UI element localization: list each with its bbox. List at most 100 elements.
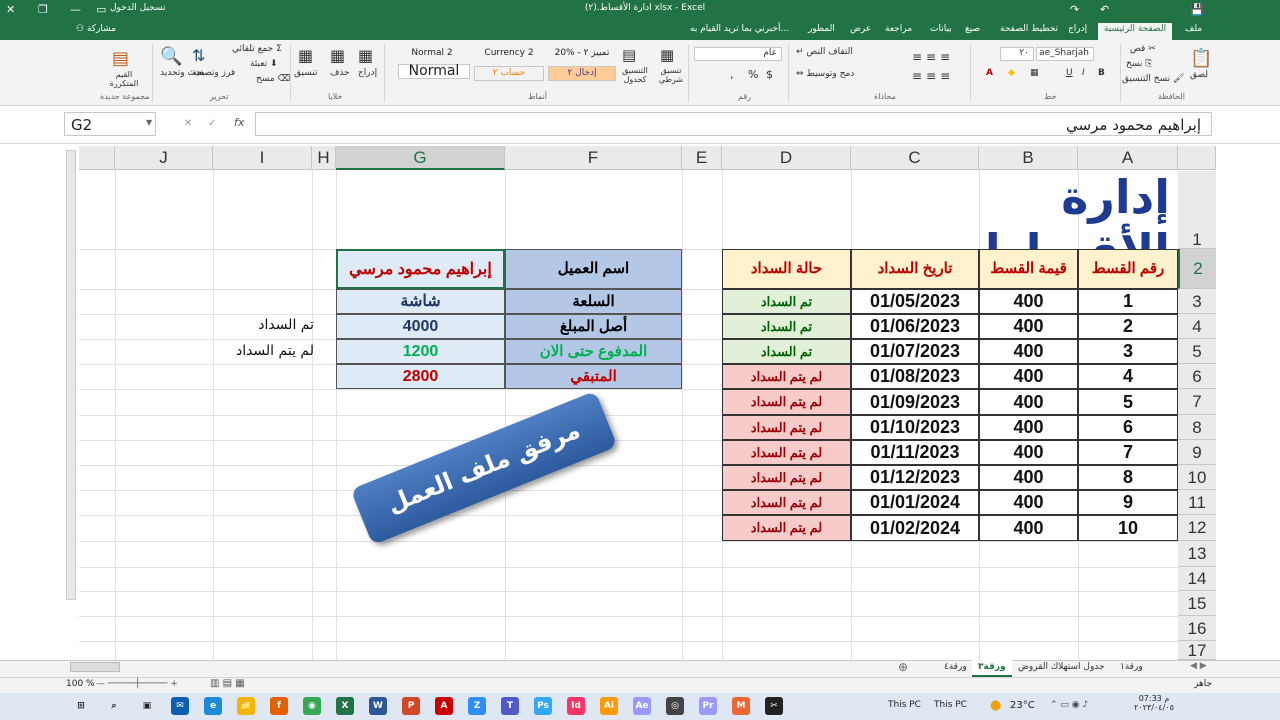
search-icon[interactable]: ⌕: [105, 697, 123, 715]
firefox-icon[interactable]: f: [270, 697, 288, 715]
merge-center-button[interactable]: ⇔ دمج وتوسيط: [796, 69, 854, 79]
style-currency2[interactable]: Currency 2: [474, 47, 544, 62]
clock[interactable]: 07:33 م ٢٠٢٣/٠٤/٠٥: [1124, 694, 1184, 712]
horizontal-scrollbar[interactable]: [70, 662, 120, 672]
tab-home[interactable]: الصفحة الرئيسية: [1098, 23, 1173, 40]
installment-number[interactable]: 1: [1078, 289, 1178, 314]
column-header-b[interactable]: B: [979, 146, 1078, 170]
summary-value[interactable]: 1200: [336, 339, 505, 364]
conditional-format-icon[interactable]: ▦: [660, 46, 674, 64]
column-header-a[interactable]: A: [1078, 146, 1178, 170]
sheet-tab-1[interactable]: ورقة١: [1114, 660, 1149, 677]
installment-number[interactable]: 3: [1078, 339, 1178, 364]
summary-value[interactable]: 4000: [336, 314, 505, 339]
valign-icons[interactable]: ≡≡≡: [912, 50, 954, 64]
formula-input[interactable]: إبراهيم محمود مرسي: [255, 112, 1212, 136]
payment-date[interactable]: 01/10/2023: [851, 415, 979, 440]
excel-icon[interactable]: X: [336, 697, 354, 715]
powerpoint-icon[interactable]: P: [402, 697, 420, 715]
row-header-15[interactable]: 15: [1178, 591, 1216, 616]
column-header-f[interactable]: F: [505, 146, 682, 170]
zoom-level[interactable]: 100 %: [66, 679, 95, 689]
row-header-4[interactable]: 4: [1178, 314, 1216, 339]
photoshop-icon[interactable]: Ps: [534, 697, 552, 715]
word-icon[interactable]: W: [369, 697, 387, 715]
chrome-icon[interactable]: ◉: [303, 697, 321, 715]
column-header-j[interactable]: J: [115, 146, 213, 170]
installment-amount[interactable]: 400: [979, 339, 1078, 364]
payment-status[interactable]: لم يتم السداد: [722, 389, 851, 415]
payment-date[interactable]: 01/02/2024: [851, 515, 979, 541]
italic-button[interactable]: I: [1082, 68, 1085, 78]
payment-date[interactable]: 01/12/2023: [851, 465, 979, 490]
row-header-11[interactable]: 11: [1178, 490, 1216, 515]
installment-number[interactable]: 5: [1078, 389, 1178, 415]
payment-status[interactable]: لم يتم السداد: [722, 440, 851, 465]
insert-button[interactable]: إدراج: [358, 68, 377, 78]
restore-icon[interactable]: ❐: [38, 3, 48, 16]
row-header-9[interactable]: 9: [1178, 440, 1216, 465]
payment-status[interactable]: لم يتم السداد: [722, 490, 851, 515]
fill-color-icon[interactable]: ◆: [1008, 68, 1015, 78]
tray-icons[interactable]: ⌃ ▭ ◉ ♪: [1050, 700, 1088, 710]
tell-me-input[interactable]: أخبرني بما تريد القيام به...: [690, 24, 789, 34]
row-header-2[interactable]: 2: [1178, 249, 1216, 289]
halign-icons[interactable]: ≡≡≡: [912, 69, 954, 83]
row-header-1[interactable]: 1: [1178, 171, 1216, 249]
vertical-scrollbar[interactable]: [66, 150, 76, 600]
column-header-h[interactable]: H: [312, 146, 336, 170]
column-header-d[interactable]: D: [722, 146, 851, 170]
name-box-dropdown-icon[interactable]: ▼: [146, 118, 152, 127]
share-button[interactable]: ⚇ مشاركة: [76, 24, 116, 34]
row-header-17[interactable]: 17: [1178, 641, 1216, 660]
tab-page-layout[interactable]: تخطيط الصفحة: [1000, 24, 1058, 34]
sheet-tab-4[interactable]: ورقة٤: [938, 660, 973, 677]
tab-insert[interactable]: إدراج: [1068, 24, 1087, 34]
row-header-6[interactable]: 6: [1178, 364, 1216, 389]
row-header-16[interactable]: 16: [1178, 616, 1216, 641]
summary-value[interactable]: 2800: [336, 364, 505, 389]
column-header-c[interactable]: C: [851, 146, 979, 170]
weather-icon[interactable]: ●: [990, 698, 1001, 713]
row-header-8[interactable]: 8: [1178, 415, 1216, 440]
row-header-12[interactable]: 12: [1178, 515, 1216, 541]
payment-date[interactable]: 01/01/2024: [851, 490, 979, 515]
tab-formulas[interactable]: صيغ: [965, 24, 980, 34]
installment-amount[interactable]: 400: [979, 415, 1078, 440]
duplicates-button[interactable]: القيم المتكررة: [104, 70, 144, 88]
payment-date[interactable]: 01/09/2023: [851, 389, 979, 415]
sheet-nav-icons[interactable]: ◀ ▶: [1190, 661, 1207, 671]
undo-icon[interactable]: ↶: [1100, 3, 1109, 16]
installment-number[interactable]: 4: [1078, 364, 1178, 389]
delete-cells-icon[interactable]: ▦: [330, 46, 345, 65]
underline-button[interactable]: U: [1066, 68, 1073, 78]
installment-number[interactable]: 8: [1078, 465, 1178, 490]
clear-button[interactable]: مسح ⌫: [256, 74, 290, 84]
style-normal[interactable]: Normal: [398, 64, 470, 79]
installment-amount[interactable]: 400: [979, 364, 1078, 389]
font-color-icon[interactable]: A: [986, 68, 993, 78]
style-normal2[interactable]: Normal 2: [396, 47, 468, 62]
percent-button[interactable]: %: [748, 68, 758, 81]
payment-status[interactable]: تم السداد: [722, 314, 851, 339]
task-view-icon[interactable]: ▣: [138, 697, 156, 715]
bold-button[interactable]: B: [1098, 68, 1105, 78]
number-format-select[interactable]: عام: [694, 47, 782, 61]
payment-status[interactable]: لم يتم السداد: [722, 364, 851, 389]
illustrator-icon[interactable]: Ai: [600, 697, 618, 715]
tab-developer[interactable]: المطور: [808, 24, 835, 34]
copy-button[interactable]: نسخ ⎘: [1126, 59, 1152, 69]
format-painter-button[interactable]: نسخ التنسيق 🖌: [1122, 74, 1184, 84]
sheet-tab-3[interactable]: ورقة٣: [972, 660, 1012, 677]
payment-date[interactable]: 01/07/2023: [851, 339, 979, 364]
style-input[interactable]: إدخال ٢: [548, 66, 616, 81]
format-cells-icon[interactable]: ▦: [298, 46, 313, 65]
mail-icon[interactable]: ✉: [171, 697, 189, 715]
installment-amount[interactable]: 400: [979, 289, 1078, 314]
paste-button[interactable]: لصق: [1190, 70, 1208, 80]
cancel-icon[interactable]: ✕: [184, 118, 192, 129]
indesign-icon[interactable]: Id: [567, 697, 585, 715]
installment-amount[interactable]: 400: [979, 440, 1078, 465]
installment-amount[interactable]: 400: [979, 465, 1078, 490]
view-mode-icons[interactable]: ▥ ▤ ▦: [210, 678, 245, 689]
